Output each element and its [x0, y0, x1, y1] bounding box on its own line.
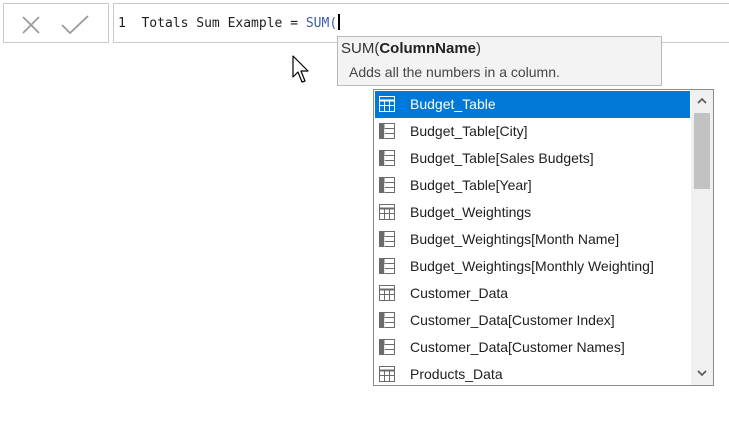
list-item-label: Budget_Weightings[Month Name] — [410, 231, 620, 247]
measure-name-text: Totals Sum Example = — [141, 16, 306, 31]
column-icon — [378, 176, 396, 194]
function-signature: SUM(ColumnName) — [341, 40, 481, 57]
list-item-label: Customer_Data[Customer Index] — [410, 312, 615, 328]
line-number: 1 — [118, 16, 126, 31]
list-item[interactable]: Budget_Weightings[Month Name] — [375, 226, 690, 253]
signature-prefix: SUM( — [341, 40, 380, 57]
list-item-label: Budget_Table[Year] — [410, 177, 532, 193]
column-icon — [378, 338, 396, 356]
chevron-down-icon[interactable] — [695, 366, 709, 380]
list-item-label: Customer_Data — [410, 285, 509, 301]
autocomplete-list[interactable]: Budget_Table Budget_Table[City] Budget_Tab… — [373, 89, 714, 386]
list-item[interactable]: Budget_Table — [375, 91, 690, 118]
table-icon — [378, 95, 396, 113]
list-item-label: Customer_Data[Customer Names] — [410, 339, 625, 355]
column-icon — [378, 311, 396, 329]
cancel-icon[interactable] — [20, 14, 42, 36]
table-icon — [378, 203, 396, 221]
list-item[interactable]: Budget_Table[Sales Budgets] — [375, 145, 690, 172]
column-icon — [378, 257, 396, 275]
list-item[interactable]: Customer_Data[Customer Index] — [375, 307, 690, 334]
list-item-label: Budget_Table[Sales Budgets] — [410, 150, 594, 166]
function-tooltip: SUM(ColumnName) Adds all the numbers in … — [337, 36, 662, 86]
list-item-label: Products_Data — [410, 366, 503, 382]
function-description: Adds all the numbers in a column. — [349, 64, 560, 80]
scrollbar-thumb[interactable] — [694, 113, 710, 189]
column-icon — [378, 230, 396, 248]
checkmark-icon[interactable] — [60, 14, 90, 36]
list-item[interactable]: Customer_Data[Customer Names] — [375, 334, 690, 361]
text-caret — [338, 14, 340, 30]
signature-param: ColumnName — [379, 40, 477, 57]
scrollbar[interactable] — [691, 90, 713, 385]
formula-commit-controls — [3, 3, 109, 43]
list-item-label: Budget_Weightings — [410, 204, 532, 220]
column-icon — [378, 122, 396, 140]
list-item[interactable]: Products_Data — [375, 361, 690, 385]
list-item[interactable]: Budget_Table[City] — [375, 118, 690, 145]
mouse-pointer-icon — [292, 55, 309, 83]
table-icon — [378, 284, 396, 302]
signature-suffix: ) — [476, 40, 482, 57]
list-item[interactable]: Budget_Weightings — [375, 199, 690, 226]
list-item[interactable]: Customer_Data — [375, 280, 690, 307]
function-text: SUM( — [305, 16, 338, 31]
table-icon — [378, 365, 396, 383]
list-item-label: Budget_Table[City] — [410, 123, 528, 139]
list-item-label: Budget_Weightings[Monthly Weighting] — [410, 258, 654, 274]
list-item[interactable]: Budget_Table[Year] — [375, 172, 690, 199]
column-icon — [378, 149, 396, 167]
list-item[interactable]: Budget_Weightings[Monthly Weighting] — [375, 253, 690, 280]
chevron-up-icon[interactable] — [695, 94, 709, 108]
formula-text[interactable]: 1 Totals Sum Example = SUM( — [118, 14, 340, 33]
list-item-label: Budget_Table — [410, 96, 496, 112]
